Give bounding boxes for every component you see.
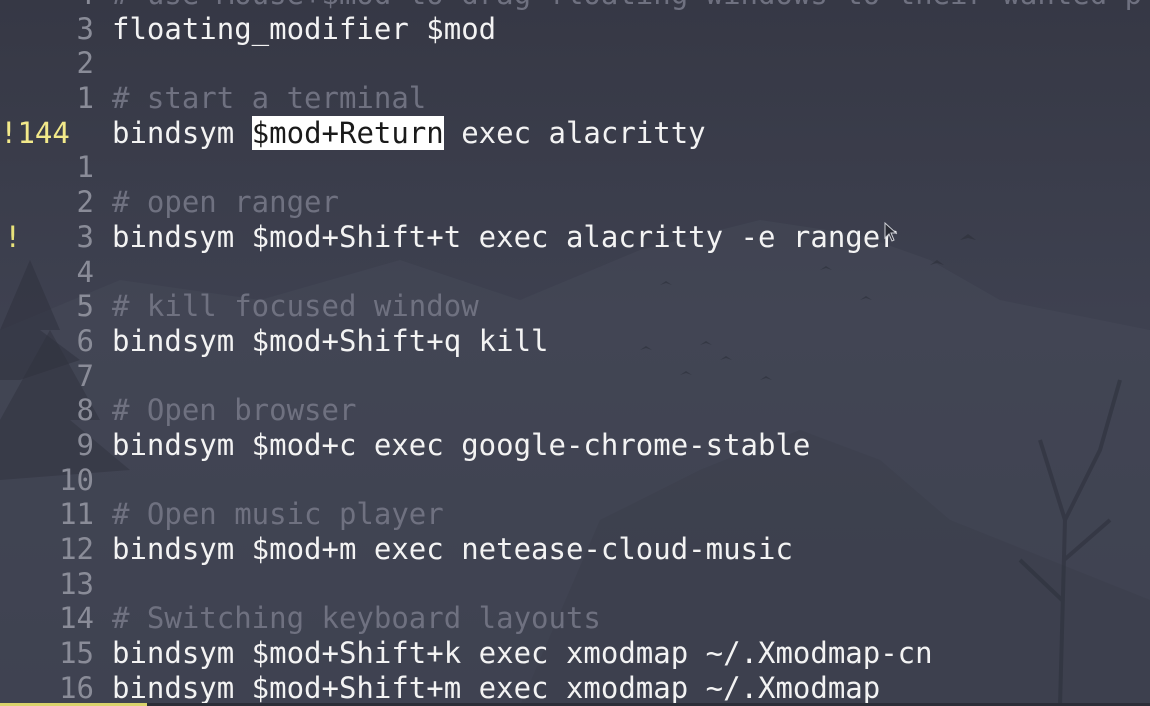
editor-line[interactable]: 9 bindsym $mod+c exec google-chrome-stabl…: [0, 428, 1150, 463]
search-highlight: $mod+Return: [251, 115, 444, 150]
editor-line[interactable]: 4 # use Mouse+$mod to drag floating windo…: [0, 0, 1150, 12]
editor-line[interactable]: !144 bindsym $mod+Return exec alacritty: [0, 115, 1150, 151]
code-comment[interactable]: # Open music player: [112, 497, 444, 532]
line-number: 7: [76, 358, 94, 393]
line-number: 6: [76, 323, 94, 358]
line-number: 9: [76, 427, 94, 462]
code-comment[interactable]: # start a terminal: [112, 81, 426, 116]
code-comment[interactable]: # Switching keyboard layouts: [112, 601, 601, 636]
line-number: 3: [76, 11, 94, 46]
editor-line[interactable]: 7: [0, 359, 1150, 394]
code-text[interactable]: floating_modifier $mod: [112, 12, 496, 47]
line-number: 1: [76, 81, 94, 116]
line-number: 5: [76, 289, 94, 324]
editor-line[interactable]: 15 bindsym $mod+Shift+k exec xmodmap ~/.X…: [0, 636, 1150, 671]
code-comment[interactable]: # open ranger: [112, 185, 339, 220]
editor-line[interactable]: 10: [0, 463, 1150, 498]
mouse-pointer-icon: [884, 222, 898, 242]
editor-line[interactable]: ! 3 bindsym $mod+Shift+t exec alacritty -e…: [0, 220, 1150, 255]
editor-line[interactable]: 2 # open ranger: [0, 185, 1150, 220]
code-comment[interactable]: # use Mouse+$mod to drag floating window…: [112, 0, 1142, 12]
line-number: 13: [59, 566, 94, 601]
line-number: 3: [76, 219, 94, 254]
current-line-number: !144: [0, 115, 70, 150]
line-number: 2: [76, 185, 94, 220]
editor-line[interactable]: 16 bindsym $mod+Shift+m exec xmodmap ~/.X…: [0, 671, 1150, 706]
editor-line[interactable]: 1 # start a terminal: [0, 81, 1150, 116]
editor-line[interactable]: 8 # Open browser: [0, 393, 1150, 428]
editor-line[interactable]: 2: [0, 46, 1150, 81]
code-text[interactable]: bindsym $mod+Return exec alacritty: [112, 115, 706, 151]
editor-line[interactable]: 12 bindsym $mod+m exec netease-cloud-musi…: [0, 532, 1150, 567]
line-number: 2: [76, 46, 94, 81]
line-number: 4: [18, 0, 94, 12]
line-number: 8: [76, 393, 94, 428]
editor-line[interactable]: 4: [0, 255, 1150, 290]
code-text[interactable]: bindsym $mod+Shift+t exec alacritty -e r…: [112, 220, 898, 255]
editor-buffer[interactable]: 4 # use Mouse+$mod to drag floating windo…: [0, 0, 1150, 705]
line-number: 11: [59, 497, 94, 532]
code-text[interactable]: bindsym $mod+Shift+k exec xmodmap ~/.Xmo…: [112, 636, 933, 671]
code-comment[interactable]: # Open browser: [112, 393, 356, 428]
code-text[interactable]: bindsym $mod+Shift+m exec xmodmap ~/.Xmo…: [112, 671, 880, 706]
code-comment[interactable]: # kill focused window: [112, 289, 479, 324]
editor-line[interactable]: 3 floating_modifier $mod: [0, 12, 1150, 47]
editor-line[interactable]: 13: [0, 567, 1150, 602]
line-number: 4: [76, 254, 94, 289]
line-number: 15: [59, 636, 94, 671]
code-text[interactable]: bindsym $mod+Shift+q kill: [112, 324, 549, 359]
line-number: 16: [59, 670, 94, 705]
line-number: 14: [59, 601, 94, 636]
line-number: 10: [59, 462, 94, 497]
editor-line[interactable]: 5 # kill focused window: [0, 289, 1150, 324]
line-number: 12: [59, 532, 94, 566]
terminal-window: 4 # use Mouse+$mod to drag floating windo…: [0, 0, 1150, 706]
editor-line[interactable]: 6 bindsym $mod+Shift+q kill: [0, 324, 1150, 359]
line-number: 1: [76, 150, 94, 185]
code-text-after: exec alacritty: [443, 115, 706, 150]
editor-line[interactable]: 14 # Switching keyboard layouts: [0, 601, 1150, 636]
code-text[interactable]: bindsym $mod+m exec netease-cloud-music: [112, 532, 793, 567]
code-text-before: bindsym: [112, 115, 252, 150]
editor-line[interactable]: 1: [0, 150, 1150, 185]
code-text[interactable]: bindsym $mod+c exec google-chrome-stable: [112, 428, 810, 463]
editor-line[interactable]: 11 # Open music player: [0, 497, 1150, 532]
